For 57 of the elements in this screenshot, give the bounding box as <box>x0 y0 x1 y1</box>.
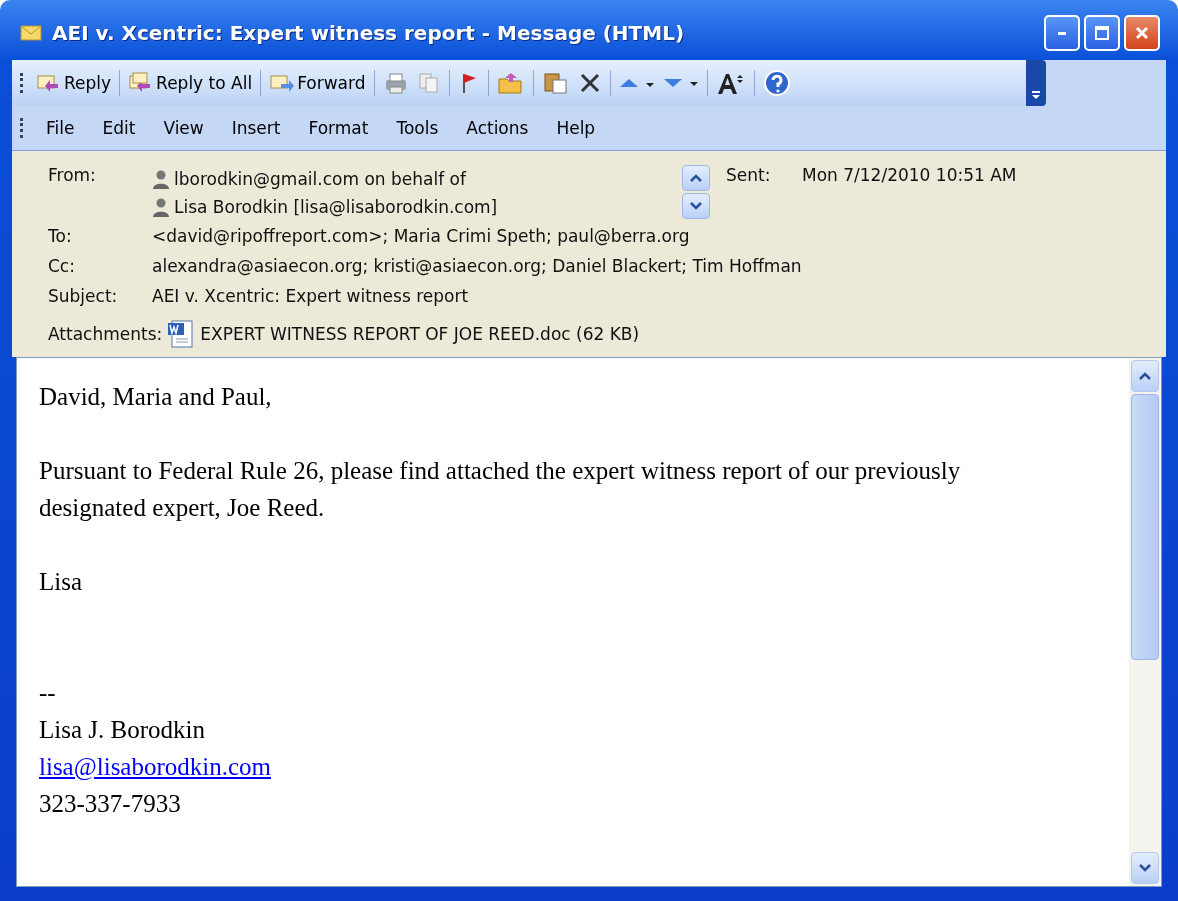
clipboard-icon <box>541 71 570 95</box>
person-icon <box>152 169 170 189</box>
scrollbar[interactable] <box>1129 358 1161 886</box>
field-label: Cc: <box>48 256 76 276</box>
help-icon <box>762 69 791 97</box>
chevron-up-icon <box>690 174 702 182</box>
field-label: From: <box>48 165 97 185</box>
body-text: Pursuant to Federal Rule 26, please find attached the expert witness report of our previously designated expert, Joe Reed. <box>39 456 962 523</box>
scroll-down-button[interactable] <box>682 193 710 219</box>
sent-date: Mon 7/12/2010 10:51 AM <box>802 165 1017 185</box>
chevron-down-icon <box>1139 864 1151 872</box>
body-text: -- <box>39 678 57 708</box>
menu-item[interactable]: File <box>32 118 89 138</box>
menu-item[interactable]: Tools <box>382 118 453 138</box>
field-label: Attachments: <box>48 324 163 344</box>
close-icon <box>1134 25 1150 41</box>
envelope-icon <box>20 25 42 41</box>
body-text: 323-337-7933 <box>39 789 182 819</box>
window-title: AEI v. Xcentric: Expert witness report - Message (HTML) <box>52 21 686 45</box>
recipients: <david@ripoffreport.com>; Maria Crimi Speth; paul@berra.org <box>152 226 690 246</box>
chevron-up-icon <box>1139 372 1151 380</box>
menu-item[interactable]: View <box>149 118 218 138</box>
minimize-icon <box>1057 30 1067 36</box>
reply-button[interactable]: Reply <box>32 63 116 103</box>
close-button[interactable] <box>1124 15 1160 51</box>
email-link[interactable]: lisa@lisaborodkin.com <box>39 748 272 785</box>
sender-address: Lisa Borodkin [lisa@lisaborodkin.com] <box>174 197 498 217</box>
menu-item[interactable]: Actions <box>452 118 543 138</box>
forward-button[interactable]: Forward <box>265 63 370 103</box>
person-icon <box>152 197 170 217</box>
down-arrow-icon <box>662 78 699 88</box>
body-text: Lisa <box>39 567 84 597</box>
caret-icon <box>1031 90 1041 100</box>
menu-item[interactable]: Help <box>542 118 610 138</box>
up-arrow-icon <box>618 78 655 88</box>
copy-icon <box>416 71 441 95</box>
toolbar-options-button[interactable] <box>1026 60 1046 106</box>
folder-icon <box>496 71 525 95</box>
body-text: Lisa J. Borodkin <box>39 715 206 745</box>
cc-recipients: alexandra@asiaecon.org; kristi@asiaecon.org; Daniel Blackert; Tim Hoffman <box>152 256 802 276</box>
maximize-button[interactable] <box>1084 15 1120 51</box>
scroll-up-button[interactable] <box>682 165 710 191</box>
envelope-arrow-icon <box>269 72 296 94</box>
field-label: To: <box>48 226 73 246</box>
subject: AEI v. Xcentric: Expert witness report <box>152 286 469 306</box>
field-label: Subject: <box>48 286 119 306</box>
reply-all-button[interactable]: Reply to All <box>124 63 257 103</box>
chevron-down-icon <box>690 202 702 210</box>
menu-item[interactable]: Edit <box>88 118 150 138</box>
minimize-button[interactable] <box>1044 15 1080 51</box>
attachment-link[interactable]: EXPERT WITNESS REPORT OF JOE REED.doc (62 KB) <box>200 324 640 344</box>
menu-item[interactable]: Insert <box>217 118 295 138</box>
sender-address: lborodkin@gmail.com on behalf of <box>174 169 466 189</box>
maximize-icon <box>1094 25 1110 41</box>
body-text: David, Maria and Paul, <box>39 382 273 412</box>
menu-item[interactable]: Format <box>294 118 383 138</box>
field-label: Sent: <box>726 165 772 185</box>
